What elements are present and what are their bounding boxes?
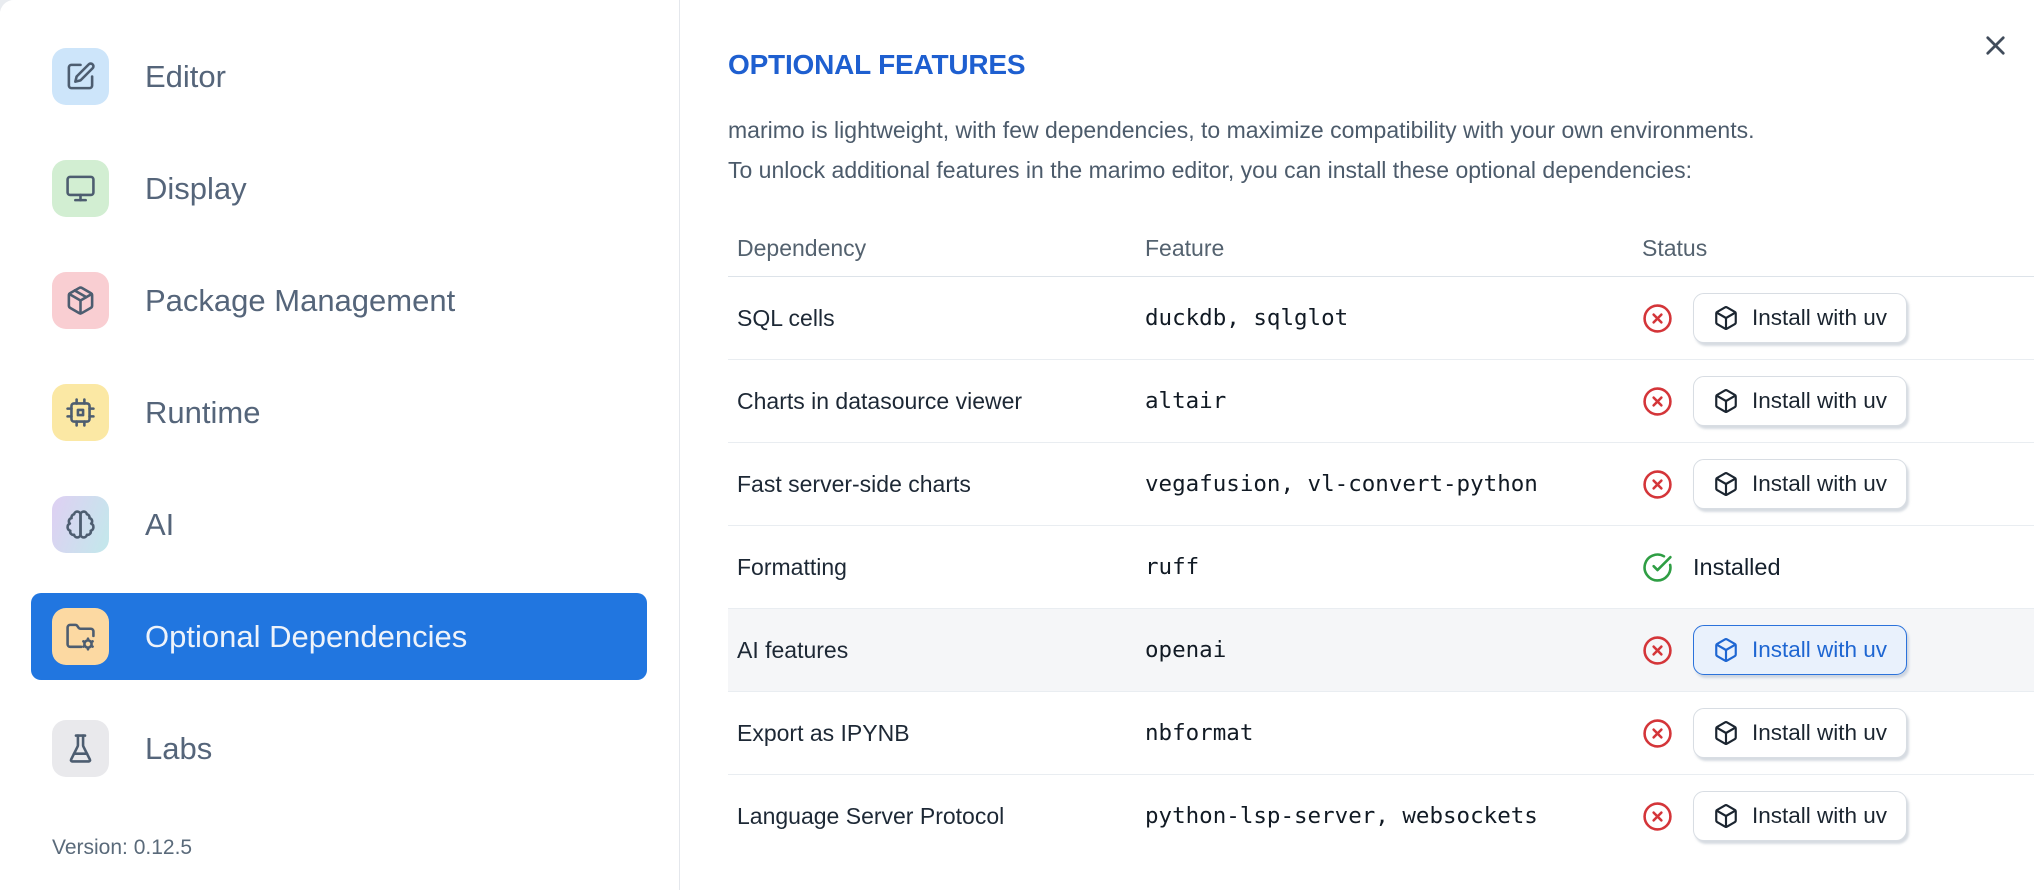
column-header-feature: Feature [1145, 234, 1225, 261]
dependency-cell: Export as IPYNB [737, 719, 910, 746]
install-with-uv-button[interactable]: Install with uv [1693, 625, 1908, 675]
sidebar-nav: Editor Display Package Management Runtim… [0, 0, 679, 792]
install-with-uv-button[interactable]: Install with uv [1693, 708, 1908, 758]
settings-sidebar: Editor Display Package Management Runtim… [0, 0, 680, 890]
dependency-cell: AI features [737, 636, 849, 663]
panel-description: marimo is lightweight, with few dependen… [728, 110, 2042, 190]
sidebar-item-label: Display [145, 170, 247, 206]
close-button[interactable] [1978, 28, 2012, 62]
not-installed-icon [1642, 303, 1673, 334]
optional-features-panel: OPTIONAL FEATURES marimo is lightweight,… [680, 0, 2042, 890]
box-icon [1713, 471, 1739, 497]
table-row: AI features openai Install with uv [728, 609, 2034, 692]
dependencies-table: Dependency Feature Status SQL cells duck… [728, 220, 2034, 857]
package-icon [52, 272, 109, 329]
version-label: Version: 0.12.5 [52, 836, 193, 859]
sidebar-item-label: Package Management [145, 282, 456, 318]
table-row: Export as IPYNB nbformat Install with uv [728, 692, 2034, 775]
not-installed-icon [1642, 718, 1673, 749]
feature-cell: python-lsp-server, websockets [1145, 803, 1538, 829]
not-installed-icon [1642, 801, 1673, 832]
cpu-icon [52, 384, 109, 441]
dependency-cell: Charts in datasource viewer [737, 387, 1023, 414]
description-line: marimo is lightweight, with few dependen… [728, 117, 1755, 143]
not-installed-icon [1642, 386, 1673, 417]
description-line: To unlock additional features in the mar… [728, 157, 1693, 183]
folder-cog-icon [52, 608, 109, 665]
dependency-cell: Formatting [737, 553, 847, 580]
install-with-uv-button[interactable]: Install with uv [1693, 791, 1908, 841]
not-installed-icon [1642, 635, 1673, 666]
table-row: Fast server-side charts vegafusion, vl-c… [728, 443, 2034, 526]
feature-cell: duckdb, sqlglot [1145, 305, 1349, 331]
monitor-icon [52, 160, 109, 217]
square-pen-icon [52, 48, 109, 105]
table-header-row: Dependency Feature Status [728, 220, 2034, 277]
sidebar-item-ai[interactable]: AI [31, 481, 647, 568]
install-button-label: Install with uv [1752, 720, 1888, 745]
sidebar-item-label: Editor [145, 58, 226, 94]
table-row: Charts in datasource viewer altair Insta… [728, 360, 2034, 443]
feature-cell: openai [1145, 637, 1227, 663]
dependency-cell: Fast server-side charts [737, 470, 971, 497]
install-with-uv-button[interactable]: Install with uv [1693, 293, 1908, 343]
status-cell: Install with uv [1642, 293, 2034, 343]
sidebar-item-runtime[interactable]: Runtime [31, 369, 647, 456]
table-row: Formatting ruff Installed [728, 526, 2034, 609]
column-header-status: Status [1642, 234, 1708, 261]
install-with-uv-button[interactable]: Install with uv [1693, 376, 1908, 426]
feature-cell: nbformat [1145, 720, 1254, 746]
status-cell: Install with uv [1642, 625, 2034, 675]
column-header-dependency: Dependency [737, 234, 867, 261]
box-icon [1713, 720, 1739, 746]
box-icon [1713, 637, 1739, 663]
box-icon [1713, 305, 1739, 331]
dependency-cell: Language Server Protocol [737, 802, 1005, 829]
sidebar-item-editor[interactable]: Editor [31, 33, 647, 120]
install-with-uv-button[interactable]: Install with uv [1693, 459, 1908, 509]
install-button-label: Install with uv [1752, 388, 1888, 413]
status-cell: Install with uv [1642, 708, 2034, 758]
status-cell: Install with uv [1642, 791, 2034, 841]
settings-dialog: Editor Display Package Management Runtim… [0, 0, 2042, 890]
status-cell: Install with uv [1642, 376, 2034, 426]
flask-icon [52, 720, 109, 777]
status-cell: Install with uv [1642, 459, 2034, 509]
page-title: OPTIONAL FEATURES [728, 49, 1026, 80]
sidebar-item-label: AI [145, 506, 175, 542]
brain-icon [52, 496, 109, 553]
dependency-cell: SQL cells [737, 304, 835, 331]
install-button-label: Install with uv [1752, 471, 1888, 496]
sidebar-item-package-management[interactable]: Package Management [31, 257, 647, 344]
install-button-label: Install with uv [1752, 803, 1888, 828]
sidebar-item-label: Runtime [145, 394, 261, 430]
sidebar-item-optional-dependencies[interactable]: Optional Dependencies [31, 593, 647, 680]
feature-cell: ruff [1145, 554, 1200, 580]
install-button-label: Install with uv [1752, 305, 1888, 330]
feature-cell: vegafusion, vl-convert-python [1145, 471, 1538, 497]
table-row: Language Server Protocol python-lsp-serv… [728, 775, 2034, 857]
sidebar-item-display[interactable]: Display [31, 145, 647, 232]
install-button-label: Install with uv [1752, 637, 1888, 662]
feature-cell: altair [1145, 388, 1227, 414]
close-icon [1980, 30, 2011, 61]
not-installed-icon [1642, 469, 1673, 500]
sidebar-item-labs[interactable]: Labs [31, 705, 647, 792]
status-cell: Installed [1642, 552, 2034, 583]
installed-label: Installed [1693, 553, 1781, 580]
table-row: SQL cells duckdb, sqlglot Install with u… [728, 277, 2034, 360]
sidebar-item-label: Optional Dependencies [145, 618, 468, 654]
box-icon [1713, 388, 1739, 414]
box-icon [1713, 803, 1739, 829]
installed-check-icon [1642, 552, 1673, 583]
sidebar-item-label: Labs [145, 730, 213, 766]
